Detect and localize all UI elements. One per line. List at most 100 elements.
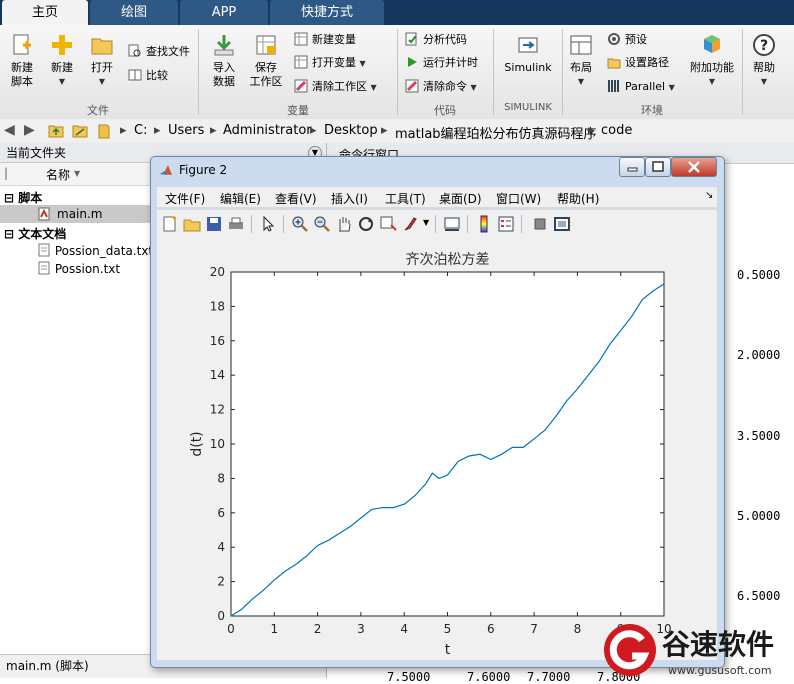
save-icon[interactable] [205,215,223,233]
menu-edit[interactable]: 编辑(E) [220,190,261,207]
dock-arrow-icon[interactable]: ↘ [705,190,713,201]
parallel-button[interactable]: Parallel ▼ [607,78,675,96]
tab-plots[interactable]: 绘图 [90,0,178,25]
breadcrumb-item[interactable]: Desktop [324,123,378,138]
menu-file[interactable]: 文件(F) [165,190,205,207]
new-label: 新建 [51,61,73,74]
line-chart[interactable]: 01234567891002468101214161820齐次泊松方差td(t) [157,237,717,660]
toolbar-separator [283,215,284,233]
x-tick-label: 4 [400,622,408,636]
new-variable-button[interactable]: 新建变量 [294,31,356,49]
menu-help[interactable]: 帮助(H) [557,190,599,207]
show-plot-tools-icon[interactable] [553,215,571,233]
watermark-brand: 谷速软件 [662,628,774,661]
new-button[interactable]: 新建 ▼ [44,33,80,89]
open-file-icon[interactable] [183,215,201,233]
forward-arrow-icon[interactable]: ▶ [24,122,35,138]
zoom-in-icon[interactable] [291,215,309,233]
toolbar-separator [521,215,522,233]
zoom-out-icon[interactable] [313,215,331,233]
breadcrumb-item[interactable]: Administrator [223,123,312,138]
save-workspace-button[interactable]: 保存 工作区 [248,33,284,89]
output-value: 0.5000 [737,268,781,282]
collapse-icon[interactable]: ⊟ [4,191,14,205]
colorbar-icon[interactable] [475,215,493,233]
set-path-button[interactable]: 设置路径 [607,54,669,72]
clear-commands-button[interactable]: 清除命令 ▼ [405,78,477,96]
ribbon-tab-strip: 主页 绘图 APP 快捷方式 [0,0,794,25]
list-item-possion-data[interactable]: Possion_data.txt [38,243,153,258]
breadcrumb-item[interactable]: Users [168,123,204,138]
tab-home[interactable]: 主页 [2,0,88,25]
breadcrumb-item[interactable]: matlab编程珀松分布仿真源码程序 [395,123,597,142]
file-name: Possion_data.txt [54,244,154,258]
find-files-button[interactable]: 查找文件 [128,43,190,61]
new-variable-label: 新建变量 [312,33,356,46]
tree-group-scripts[interactable]: ⊟ 脚本 [4,189,42,206]
column-header-name[interactable]: 名称 [46,166,70,183]
ribbon-divider [562,29,563,115]
browse-folder-icon[interactable] [72,123,88,141]
new-script-button[interactable]: 新建 脚本 [4,33,40,89]
layout-icon [569,33,593,57]
figure-canvas[interactable]: 01234567891002468101214161820齐次泊松方差td(t) [157,237,717,660]
menu-window[interactable]: 窗口(W) [496,190,541,207]
compare-button[interactable]: 比较 [128,67,168,85]
list-item-main[interactable]: main.m [0,205,150,223]
x-tick-label: 3 [357,622,365,636]
minimize-button[interactable] [619,157,645,177]
address-bar: ◀ ▶ ▸ C: ▸ Users ▸ Administrator ▸ Deskt… [0,119,794,144]
tab-apps[interactable]: APP [180,0,268,25]
menu-tools[interactable]: 工具(T) [385,190,426,207]
data-cursor-icon[interactable] [379,215,397,233]
tree-group-text[interactable]: ⊟ 文本文档 [4,225,66,242]
y-tick-label: 0 [217,609,225,623]
parallel-icon [607,79,621,93]
help-button[interactable]: ? 帮助 ▼ [748,33,780,89]
analyze-code-button[interactable]: 分析代码 [405,31,467,49]
rotate-3d-icon[interactable] [357,215,375,233]
import-data-button[interactable]: 导入 数据 [206,33,242,89]
tab-shortcuts[interactable]: 快捷方式 [270,0,384,25]
back-arrow-icon[interactable]: ◀ [4,122,15,138]
hide-plot-tools-icon[interactable] [531,215,549,233]
figure-title: Figure 2 [179,163,228,177]
print-icon[interactable] [227,215,245,233]
import-icon [212,33,236,57]
breadcrumb-item[interactable]: code [601,123,632,138]
figure-window[interactable]: Figure 2 文件(F) 编辑(E) 查看(V) 插入(I) 工具(T) 桌… [150,156,725,668]
pan-hand-icon[interactable] [335,215,353,233]
gususoft-watermark-logo: 谷速软件 www.gususoft.com [598,618,794,678]
brush-icon[interactable] [401,215,419,233]
chevron-down-icon[interactable]: ▼ [423,218,429,227]
toolbar-separator [467,215,468,233]
y-tick-label: 2 [217,575,225,589]
up-folder-icon[interactable] [48,123,64,141]
layout-button[interactable]: 布局 ▼ [564,33,598,89]
new-figure-icon[interactable] [161,215,179,233]
clear-workspace-label: 清除工作区 [312,80,367,93]
add-ons-button[interactable]: 附加功能 ▼ [688,33,736,89]
menu-desktop[interactable]: 桌面(D) [439,190,482,207]
maximize-button[interactable] [645,157,671,177]
m-file-icon [38,207,51,224]
collapse-icon[interactable]: ⊟ [4,227,14,241]
run-and-time-button[interactable]: 运行并计时 [405,54,478,72]
file-name: main.m [57,207,103,221]
link-plot-icon[interactable] [443,215,461,233]
menu-insert[interactable]: 插入(I) [331,190,368,207]
menu-view[interactable]: 查看(V) [275,190,317,207]
list-item-possion[interactable]: Possion.txt [38,261,120,276]
pointer-icon[interactable] [259,215,277,233]
legend-icon[interactable] [497,215,515,233]
open-variable-button[interactable]: 打开变量 ▼ [294,54,366,72]
ribbon-divider [493,29,494,115]
simulink-button[interactable]: Simulink [502,33,554,75]
open-button[interactable]: 打开 ▼ [84,33,120,89]
ribbon-divider [198,29,199,115]
clear-workspace-button[interactable]: 清除工作区 ▼ [294,78,377,96]
close-button[interactable] [671,157,717,177]
file-group-label: 文件 [87,104,109,117]
breadcrumb-item[interactable]: C: [134,123,147,138]
preferences-button[interactable]: 预设 [607,31,647,49]
